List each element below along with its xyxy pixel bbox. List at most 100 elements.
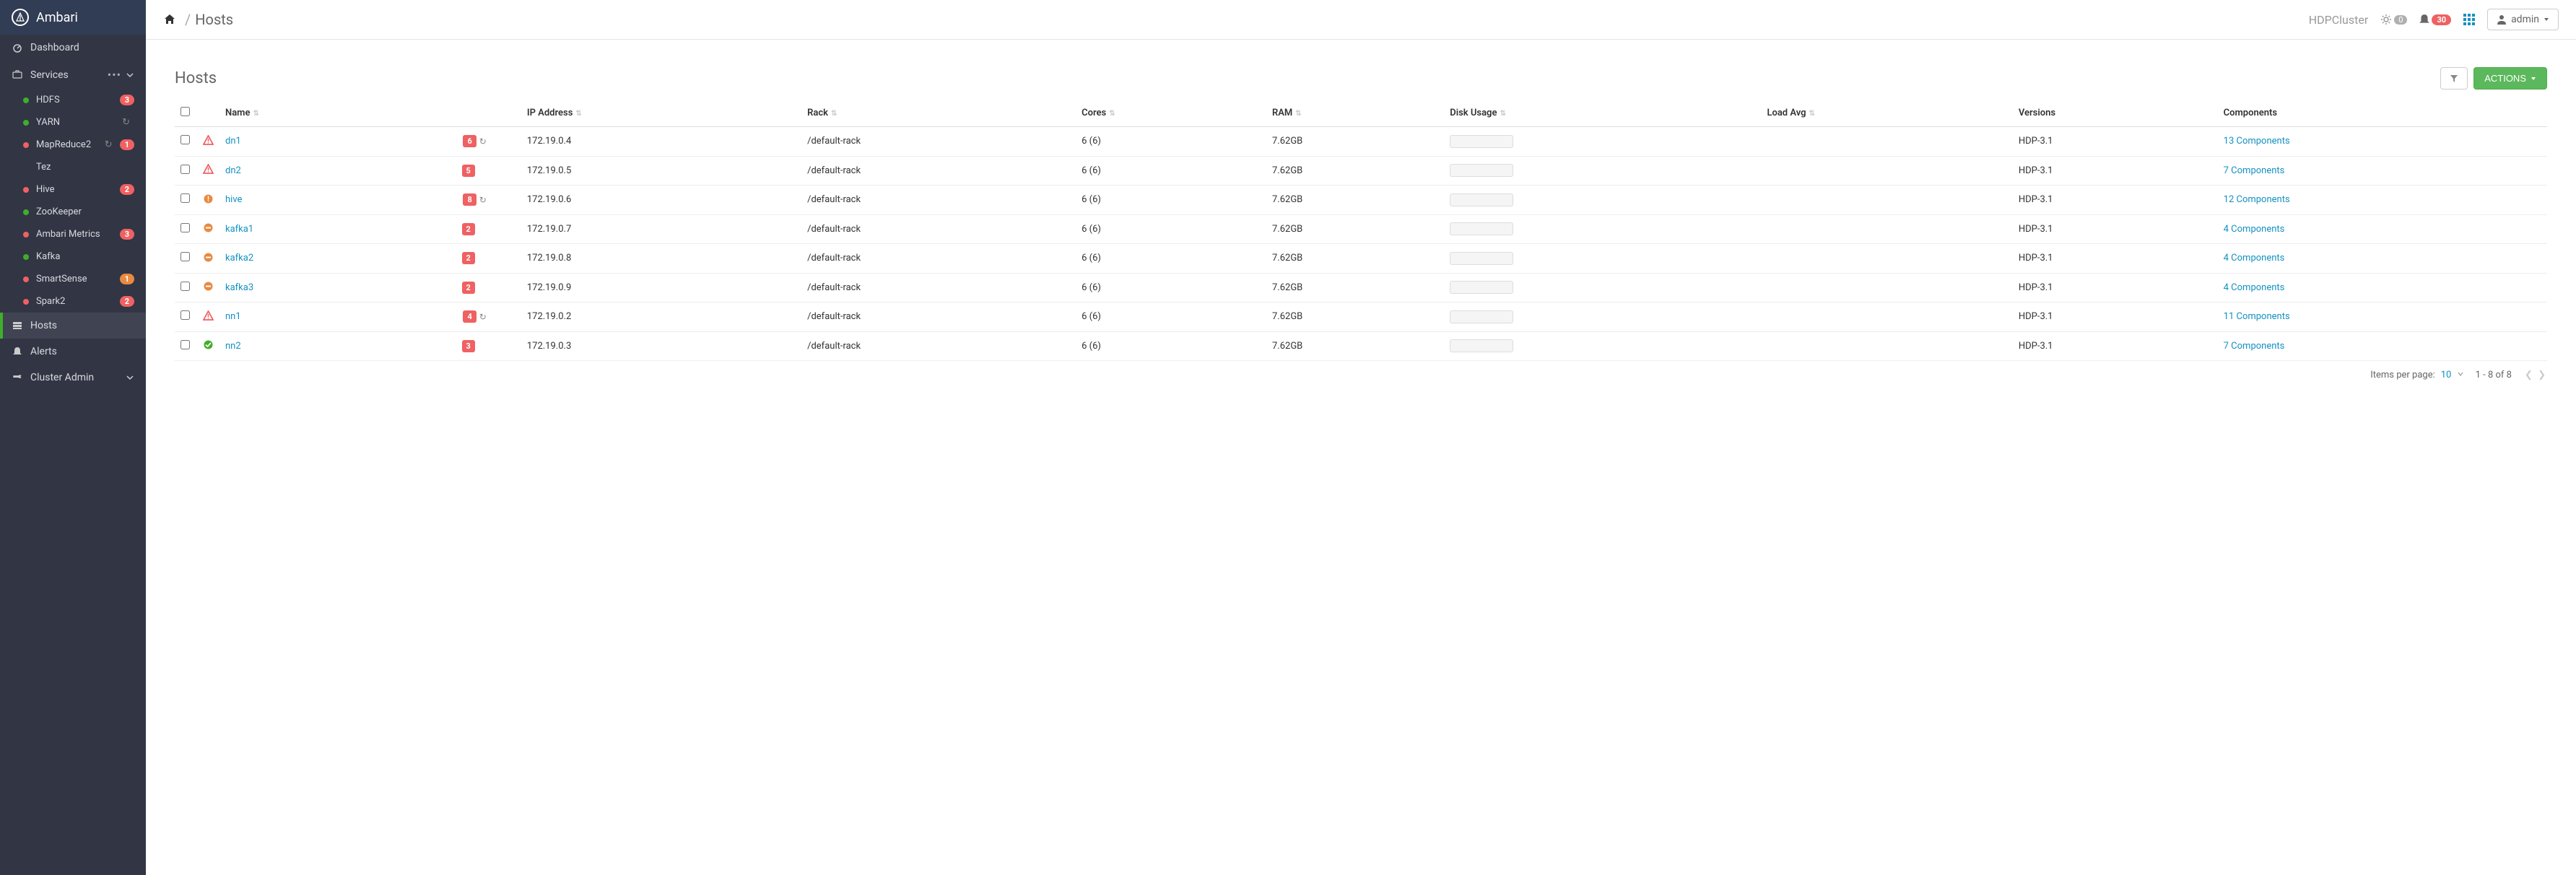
chevron-down-icon[interactable] xyxy=(126,373,134,382)
host-name-link[interactable]: hive xyxy=(225,194,463,205)
cores-cell: 6 (6) xyxy=(1076,186,1266,215)
components-link[interactable]: 4 Components xyxy=(2224,253,2285,264)
alert-badge: 2 xyxy=(120,296,134,307)
services-more-icon[interactable]: ••• xyxy=(108,68,121,82)
sidebar-service-smartsense[interactable]: SmartSense1 xyxy=(0,268,146,290)
host-status-icon xyxy=(202,310,214,321)
items-per-page-select[interactable]: 10 xyxy=(2441,370,2464,380)
sidebar-service-yarn[interactable]: YARN↻ xyxy=(0,111,146,134)
status-dot-icon xyxy=(23,142,29,148)
actions-button[interactable]: ACTIONS xyxy=(2473,67,2547,90)
alert-count-badge[interactable]: 8 xyxy=(463,193,476,206)
components-link[interactable]: 12 Components xyxy=(2224,194,2290,205)
service-name: YARN xyxy=(36,117,122,128)
breadcrumb-sep: / xyxy=(185,11,191,28)
host-name-link[interactable]: kafka1 xyxy=(225,224,462,235)
alert-count-badge[interactable]: 3 xyxy=(462,340,475,352)
sidebar-service-tez[interactable]: Tez xyxy=(0,156,146,178)
service-name: Ambari Metrics xyxy=(36,229,117,240)
col-rack[interactable]: Rack⇅ xyxy=(801,100,1076,127)
components-link[interactable]: 7 Components xyxy=(2224,165,2285,176)
row-checkbox[interactable] xyxy=(180,135,190,144)
service-name: Tez xyxy=(36,162,134,173)
background-ops-button[interactable]: 0 xyxy=(2380,13,2407,26)
host-name-link[interactable]: dn1 xyxy=(225,136,463,147)
page-range: 1 - 8 of 8 xyxy=(2476,370,2512,380)
nav-cluster-admin[interactable]: Cluster Admin xyxy=(0,365,146,391)
sidebar-service-ambari-metrics[interactable]: Ambari Metrics3 xyxy=(0,223,146,245)
sidebar-service-kafka[interactable]: Kafka xyxy=(0,245,146,268)
row-checkbox[interactable] xyxy=(180,340,190,349)
host-name-link[interactable]: nn2 xyxy=(225,341,462,352)
ram-cell: 7.62GB xyxy=(1266,186,1444,215)
row-checkbox[interactable] xyxy=(180,223,190,232)
host-name-link[interactable]: kafka2 xyxy=(225,253,462,264)
row-checkbox[interactable] xyxy=(180,282,190,291)
alert-count-badge[interactable]: 5 xyxy=(462,165,475,177)
table-row: dn1 6 ↻ 172.19.0.4 /default-rack 6 (6) 7… xyxy=(175,127,2547,157)
components-link[interactable]: 4 Components xyxy=(2224,224,2285,235)
nav-alerts-label: Alerts xyxy=(30,346,134,357)
row-checkbox[interactable] xyxy=(180,165,190,174)
service-name: SmartSense xyxy=(36,274,117,284)
host-name-link[interactable]: nn1 xyxy=(225,311,463,322)
nav-hosts[interactable]: Hosts xyxy=(0,313,146,339)
alert-count-badge[interactable]: 2 xyxy=(462,252,475,264)
alerts-button[interactable]: 30 xyxy=(2419,14,2451,25)
version-cell: HDP-3.1 xyxy=(2013,186,2218,215)
components-link[interactable]: 13 Components xyxy=(2224,136,2290,147)
row-checkbox[interactable] xyxy=(180,252,190,261)
host-status-icon xyxy=(202,339,214,351)
col-name[interactable]: Name⇅ xyxy=(219,100,492,127)
sidebar-service-spark2[interactable]: Spark22 xyxy=(0,290,146,313)
col-load[interactable]: Load Avg⇅ xyxy=(1761,100,2012,127)
alert-count-badge[interactable]: 2 xyxy=(462,282,475,294)
sidebar-service-hive[interactable]: Hive2 xyxy=(0,178,146,201)
apps-menu-button[interactable] xyxy=(2463,13,2476,26)
nav-services[interactable]: Services ••• xyxy=(0,61,146,89)
alert-count-badge[interactable]: 6 xyxy=(463,135,476,147)
items-per-page-label: Items per page: xyxy=(2370,370,2435,380)
ip-cell: 172.19.0.8 xyxy=(521,244,801,274)
user-menu-button[interactable]: admin xyxy=(2487,9,2559,30)
cluster-name[interactable]: HDPCluster xyxy=(2309,13,2369,27)
sidebar-service-zookeeper[interactable]: ZooKeeper xyxy=(0,201,146,223)
nav-dashboard[interactable]: Dashboard xyxy=(0,35,146,61)
chevron-down-icon[interactable] xyxy=(126,71,134,79)
host-status-icon xyxy=(202,164,214,175)
ip-cell: 172.19.0.5 xyxy=(521,156,801,186)
prev-page-button[interactable]: ❮ xyxy=(2525,370,2533,380)
ip-cell: 172.19.0.3 xyxy=(521,331,801,361)
next-page-button[interactable]: ❯ xyxy=(2538,370,2546,380)
load-cell xyxy=(1761,302,2012,332)
nav-hosts-label: Hosts xyxy=(30,320,134,331)
user-icon xyxy=(2497,14,2507,25)
alert-count-badge[interactable]: 2 xyxy=(462,223,475,235)
filter-button[interactable] xyxy=(2440,67,2468,90)
col-ip[interactable]: IP Address⇅ xyxy=(521,100,801,127)
row-checkbox[interactable] xyxy=(180,193,190,203)
components-link[interactable]: 4 Components xyxy=(2224,282,2285,293)
home-icon[interactable] xyxy=(163,13,176,26)
col-ram[interactable]: RAM⇅ xyxy=(1266,100,1444,127)
components-link[interactable]: 11 Components xyxy=(2224,311,2290,322)
rack-cell: /default-rack xyxy=(801,156,1076,186)
nav-alerts[interactable]: Alerts xyxy=(0,339,146,365)
components-link[interactable]: 7 Components xyxy=(2224,341,2285,352)
host-name-link[interactable]: kafka3 xyxy=(225,282,462,293)
host-name-link[interactable]: dn2 xyxy=(225,165,462,176)
sidebar-brand[interactable]: Ambari xyxy=(0,0,146,35)
select-all-checkbox[interactable] xyxy=(180,107,190,116)
table-row: kafka1 2 172.19.0.7 /default-rack 6 (6) … xyxy=(175,214,2547,244)
col-disk[interactable]: Disk Usage⇅ xyxy=(1444,100,1761,127)
rack-cell: /default-rack xyxy=(801,244,1076,274)
table-row: nn2 3 172.19.0.3 /default-rack 6 (6) 7.6… xyxy=(175,331,2547,361)
col-cores[interactable]: Cores⇅ xyxy=(1076,100,1266,127)
bell-count: 30 xyxy=(2432,14,2451,25)
status-dot-icon xyxy=(23,187,29,193)
alert-count-badge[interactable]: 4 xyxy=(463,310,476,323)
sidebar-service-mapreduce2[interactable]: MapReduce2↻1 xyxy=(0,134,146,156)
row-checkbox[interactable] xyxy=(180,310,190,320)
restart-icon: ↻ xyxy=(105,139,113,150)
sidebar-service-hdfs[interactable]: HDFS3 xyxy=(0,89,146,111)
